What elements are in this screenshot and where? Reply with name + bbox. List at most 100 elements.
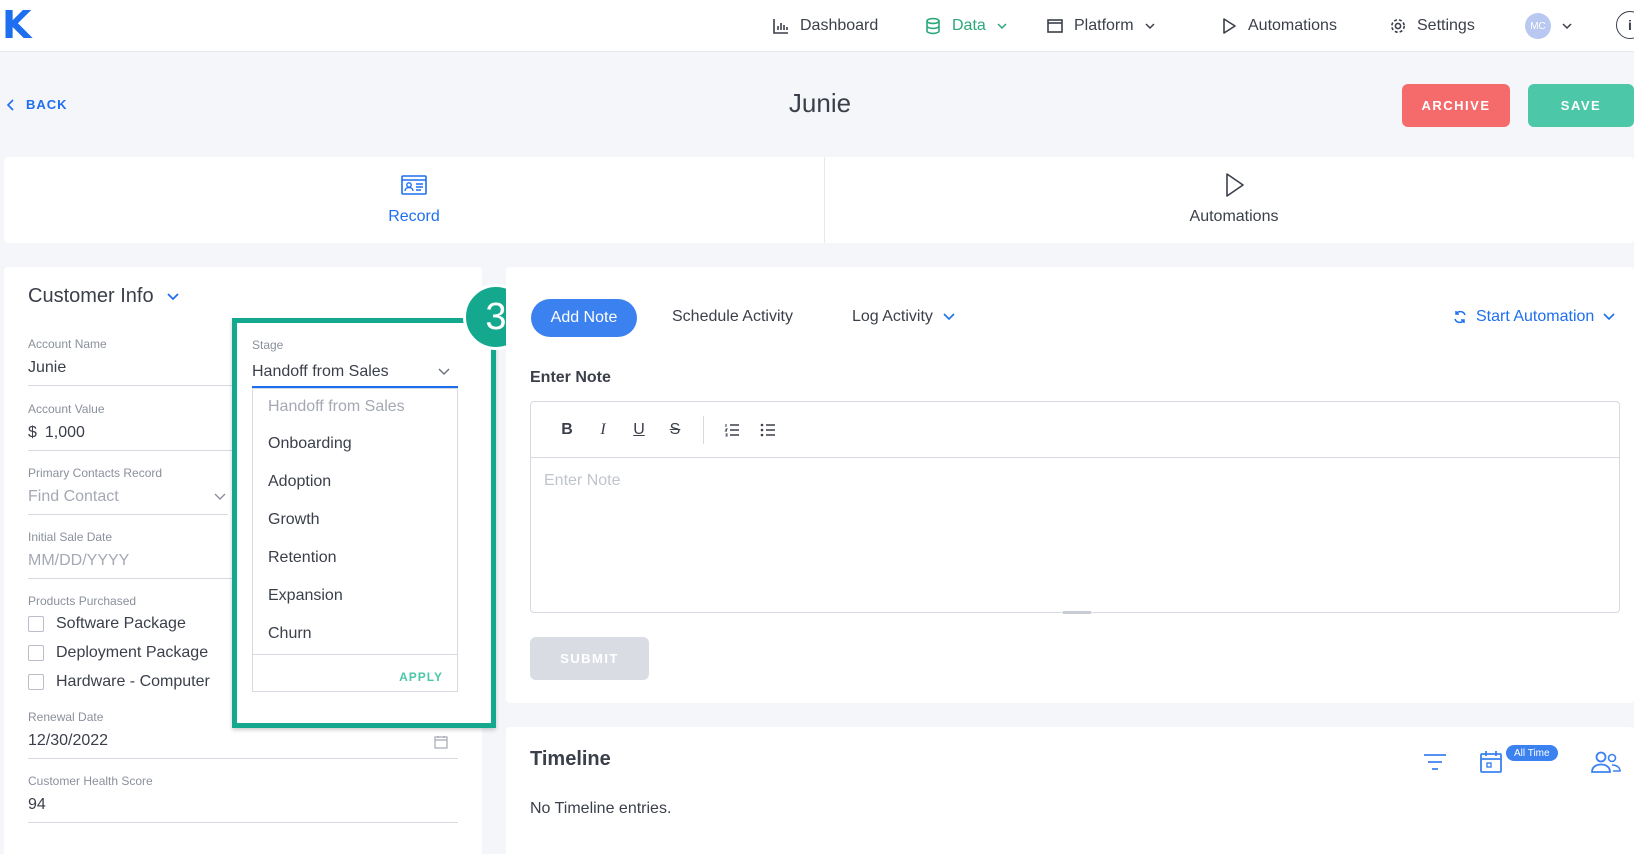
account-name-field[interactable]: Junie xyxy=(28,359,66,377)
nav-automations-label: Automations xyxy=(1248,17,1337,34)
filter-icon[interactable] xyxy=(1421,748,1449,776)
start-automation-button[interactable]: Start Automation xyxy=(1452,308,1616,326)
timeline-panel xyxy=(506,727,1634,854)
chevron-down-icon xyxy=(438,368,450,375)
tab-record[interactable]: Record xyxy=(374,170,454,226)
field-underline xyxy=(28,514,228,515)
product-label: Software Package xyxy=(56,615,186,632)
log-activity-tab[interactable]: Log Activity xyxy=(852,308,955,326)
chevron-down-icon xyxy=(943,313,955,321)
window-icon xyxy=(1047,19,1063,33)
schedule-activity-tab[interactable]: Schedule Activity xyxy=(672,308,793,326)
database-icon xyxy=(926,17,940,35)
find-contact-placeholder: Find Contact xyxy=(28,488,119,505)
top-nav: K Dashboard Data Platform Automations Se… xyxy=(0,0,1634,52)
checkbox[interactable] xyxy=(28,645,44,661)
calendar-icon[interactable] xyxy=(434,735,448,749)
section-title: Customer Info xyxy=(28,285,154,307)
ordered-list-icon[interactable] xyxy=(724,422,740,438)
info-icon[interactable]: i xyxy=(1616,11,1634,39)
tabs-divider xyxy=(824,157,825,243)
play-icon xyxy=(1226,173,1244,197)
underline-button[interactable]: U xyxy=(631,421,647,439)
checkbox[interactable] xyxy=(28,616,44,632)
resize-handle[interactable] xyxy=(1063,611,1091,614)
bullet-list-icon[interactable] xyxy=(760,422,776,438)
nav-settings[interactable]: Settings xyxy=(1389,13,1475,39)
apply-button[interactable]: APPLY xyxy=(399,670,443,684)
products-label: Products Purchased xyxy=(28,594,137,608)
users-icon[interactable] xyxy=(1590,748,1622,776)
product-label: Hardware - Computer xyxy=(56,673,210,690)
product-checkbox-software[interactable]: Software Package xyxy=(28,615,186,633)
renewal-date-field[interactable]: 12/30/2022 xyxy=(28,732,108,750)
add-note-button[interactable]: Add Note xyxy=(531,299,637,337)
tab-automations-label: Automations xyxy=(1189,208,1279,225)
editor-toolbar: B I U S xyxy=(531,402,1619,458)
tab-automations[interactable]: Automations xyxy=(1174,170,1294,226)
stage-selected-value: Handoff from Sales xyxy=(252,363,389,380)
stage-option-expansion[interactable]: Expansion xyxy=(268,587,343,605)
field-underline xyxy=(28,758,458,759)
stage-option-growth[interactable]: Growth xyxy=(268,511,320,529)
save-button[interactable]: SAVE xyxy=(1528,84,1634,127)
chevron-down-icon xyxy=(1603,313,1615,321)
stage-option-onboarding[interactable]: Onboarding xyxy=(268,435,352,453)
bar-chart-icon xyxy=(773,19,788,34)
renewal-date-label: Renewal Date xyxy=(28,710,104,724)
chevron-down-icon xyxy=(214,493,226,500)
stage-select[interactable]: Handoff from Sales xyxy=(252,358,458,388)
primary-contacts-label: Primary Contacts Record xyxy=(28,466,163,480)
timeline-empty-message: No Timeline entries. xyxy=(530,800,672,817)
nav-settings-label: Settings xyxy=(1417,17,1475,34)
id-card-icon xyxy=(401,175,427,195)
product-checkbox-hardware[interactable]: Hardware - Computer xyxy=(28,673,210,691)
date-filter-badge[interactable]: All Time xyxy=(1506,745,1558,761)
back-label: BACK xyxy=(26,97,68,112)
account-value-amount: 1,000 xyxy=(44,424,85,441)
stage-option-handoff: Handoff from Sales xyxy=(268,398,405,415)
gear-icon xyxy=(1391,19,1405,33)
customer-info-toggle[interactable]: Customer Info xyxy=(28,285,180,308)
product-checkbox-deployment[interactable]: Deployment Package xyxy=(28,644,208,662)
note-placeholder: Enter Note xyxy=(544,472,621,489)
dropdown-divider xyxy=(253,654,457,655)
avatar: MC xyxy=(1525,13,1551,39)
nav-automations[interactable]: Automations xyxy=(1220,13,1337,39)
nav-dashboard-label: Dashboard xyxy=(800,17,879,34)
stage-option-retention[interactable]: Retention xyxy=(268,549,337,567)
checkbox[interactable] xyxy=(28,674,44,690)
bold-button[interactable]: B xyxy=(559,421,575,439)
archive-button[interactable]: ARCHIVE xyxy=(1402,84,1510,127)
nav-dashboard[interactable]: Dashboard xyxy=(772,13,878,39)
log-activity-label: Log Activity xyxy=(852,308,933,325)
back-link[interactable]: BACK xyxy=(6,97,68,112)
initial-sale-date-field[interactable]: MM/DD/YYYY xyxy=(28,552,129,570)
initial-sale-date-label: Initial Sale Date xyxy=(28,530,113,544)
stage-label: Stage xyxy=(252,338,284,352)
timeline-title: Timeline xyxy=(530,748,611,770)
italic-button[interactable]: I xyxy=(595,421,611,439)
note-editor[interactable]: B I U S Enter Note xyxy=(530,401,1620,614)
user-menu[interactable]: MC xyxy=(1525,13,1573,39)
stage-option-churn[interactable]: Churn xyxy=(268,625,312,643)
health-score-label: Customer Health Score xyxy=(28,774,153,788)
account-value-field[interactable]: $ 1,000 xyxy=(28,424,85,442)
chevron-down-icon xyxy=(1145,23,1155,30)
stage-option-adoption[interactable]: Adoption xyxy=(268,473,331,491)
start-automation-label: Start Automation xyxy=(1476,308,1595,325)
nav-platform-label: Platform xyxy=(1074,17,1134,34)
chevron-down-icon xyxy=(997,23,1007,30)
strikethrough-button[interactable]: S xyxy=(667,421,683,439)
nav-platform[interactable]: Platform xyxy=(1046,13,1156,39)
health-score-field[interactable]: 94 xyxy=(28,796,46,814)
submit-button[interactable]: SUBMIT xyxy=(530,637,649,680)
record-tabs xyxy=(4,157,1634,243)
refresh-icon xyxy=(1454,310,1466,324)
calendar-icon[interactable] xyxy=(1477,748,1505,776)
play-icon xyxy=(1223,18,1236,34)
nav-data[interactable]: Data xyxy=(924,13,1008,39)
app-logo[interactable]: K xyxy=(2,3,31,47)
chevron-down-icon xyxy=(1562,23,1572,30)
find-contact-select[interactable]: Find Contact xyxy=(28,488,226,506)
